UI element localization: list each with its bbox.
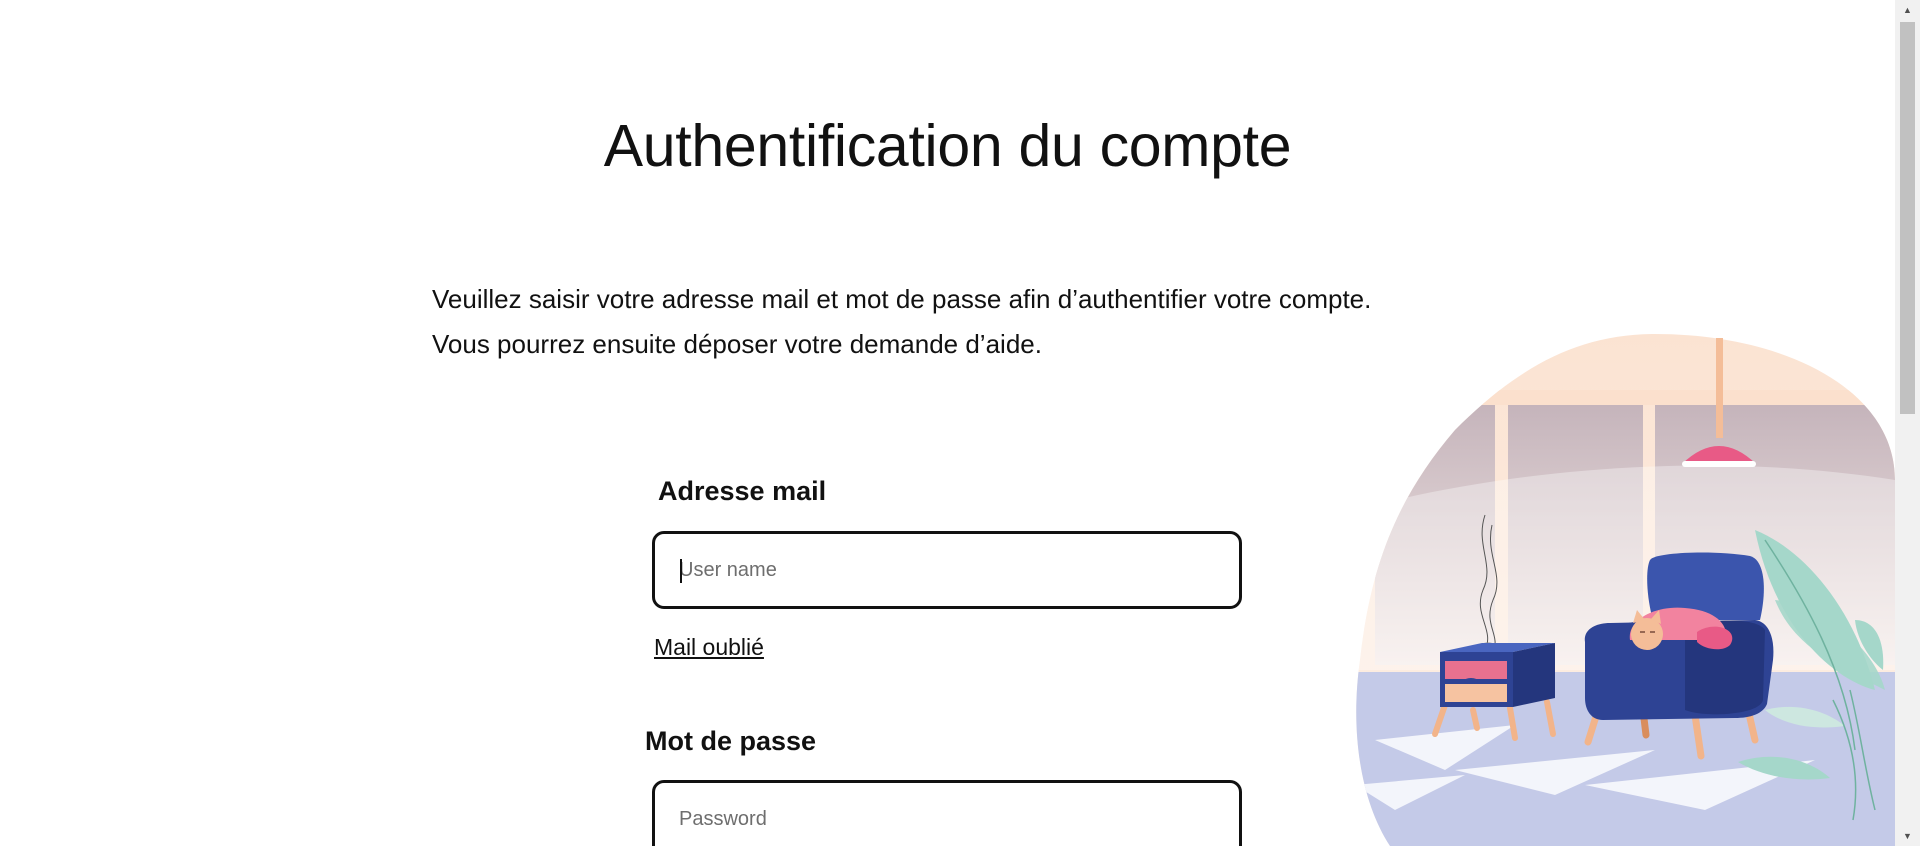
scroll-thumb[interactable] xyxy=(1900,22,1915,414)
email-field[interactable] xyxy=(652,531,1242,609)
intro-line-1: Veuillez saisir votre adresse mail et mo… xyxy=(432,284,1372,314)
living-room-illustration xyxy=(1356,334,1895,846)
intro-line-2: Vous pourrez ensuite déposer votre deman… xyxy=(432,329,1042,359)
password-field[interactable] xyxy=(652,780,1242,846)
login-page: Authentification du compte Veuillez sais… xyxy=(0,0,1920,846)
password-label: Mot de passe xyxy=(645,726,817,756)
text-caret xyxy=(680,559,682,583)
triangle-up-icon[interactable]: ▲ xyxy=(1895,0,1920,20)
vertical-scrollbar[interactable]: ▲ ▼ xyxy=(1895,0,1920,846)
forgot-mail-link[interactable]: Mail oublié xyxy=(654,634,764,661)
email-label: Adresse mail xyxy=(658,476,827,506)
page-title: Authentification du compte xyxy=(603,113,1292,179)
triangle-down-icon[interactable]: ▼ xyxy=(1895,826,1920,846)
intro-text: Veuillez saisir votre adresse mail et mo… xyxy=(432,277,1432,367)
